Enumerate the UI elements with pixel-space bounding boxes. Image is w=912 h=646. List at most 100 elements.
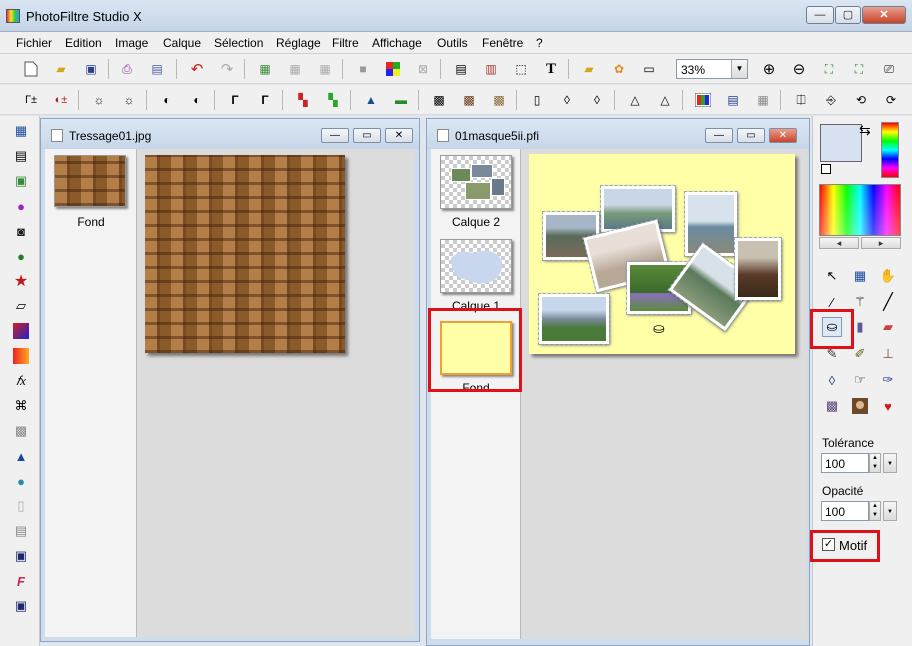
- eraser-tool-icon[interactable]: ▰: [878, 317, 898, 337]
- mask-icon[interactable]: ▦: [754, 92, 772, 108]
- palette-next-button[interactable]: ▸: [861, 237, 901, 249]
- layer-text-icon[interactable]: ▤: [452, 61, 470, 77]
- swap-colors-icon[interactable]: ⇆: [859, 122, 871, 139]
- flip-horizontal-icon[interactable]: ⎅: [792, 92, 810, 108]
- image-icon[interactable]: ▦: [256, 61, 274, 77]
- histogram-icon[interactable]: ▲: [362, 92, 380, 108]
- copy-layer-icon[interactable]: ▤: [12, 147, 30, 165]
- gamma-plus-icon[interactable]: Γ: [256, 92, 274, 108]
- brightness-minus-icon[interactable]: ☼: [90, 92, 108, 108]
- portrait-tool-icon[interactable]: [850, 396, 870, 416]
- default-colors-icon[interactable]: [821, 164, 831, 174]
- colorize-icon[interactable]: ▤: [724, 92, 742, 108]
- stamp-tool-icon[interactable]: ⊥: [878, 344, 898, 364]
- menu-selection[interactable]: Sélection: [214, 36, 263, 50]
- opacity-dropdown[interactable]: ▼: [883, 501, 897, 521]
- auto-contrast-icon[interactable]: ◐±: [52, 92, 70, 108]
- saturation-plus-icon[interactable]: ▚: [324, 92, 342, 108]
- window-icon[interactable]: ▭: [640, 61, 658, 77]
- deform-tool-icon[interactable]: ▩: [822, 396, 842, 416]
- doc-maximize-button[interactable]: ▭: [353, 128, 381, 143]
- glow-icon[interactable]: ●: [12, 197, 30, 215]
- menu-fenetre[interactable]: Fenêtre: [482, 36, 523, 50]
- globe-icon[interactable]: ●: [12, 247, 30, 265]
- rgb-icon[interactable]: [694, 92, 712, 108]
- color-palette[interactable]: [819, 184, 901, 236]
- menu-outils[interactable]: Outils: [437, 36, 468, 50]
- close-button[interactable]: ✕: [862, 6, 906, 24]
- zoom-in-icon[interactable]: ⊕: [760, 61, 778, 77]
- layer-thumbnail-calque2[interactable]: [440, 155, 512, 209]
- explorer-icon[interactable]: ▰: [580, 61, 598, 77]
- mosaic-icon[interactable]: ▩: [430, 92, 448, 108]
- doc-minimize-button[interactable]: —: [321, 128, 349, 143]
- menu-reglage[interactable]: Réglage: [276, 36, 321, 50]
- gradient-swatch-icon[interactable]: [12, 322, 30, 340]
- menu-image[interactable]: Image: [115, 36, 148, 50]
- plugin-icon[interactable]: ✿: [610, 61, 628, 77]
- doc-maximize-button[interactable]: ▭: [737, 128, 765, 143]
- doc-close-button[interactable]: ✕: [385, 128, 413, 143]
- sharpen-icon[interactable]: △: [626, 92, 644, 108]
- contact-sheet-icon[interactable]: ▤: [12, 522, 30, 540]
- texture-icon[interactable]: ▩: [460, 92, 478, 108]
- strawberry-tool-icon[interactable]: ♥: [878, 396, 898, 416]
- tolerance-dropdown[interactable]: ▼: [883, 453, 897, 473]
- camera-icon[interactable]: ◙: [12, 222, 30, 240]
- open-folder-icon[interactable]: ▰: [52, 61, 70, 77]
- rotate-left-icon[interactable]: ⟲: [852, 92, 870, 108]
- saturation-minus-icon[interactable]: ▚: [294, 92, 312, 108]
- selection-tool-icon[interactable]: ▦: [850, 266, 870, 286]
- star-icon[interactable]: ★: [12, 272, 30, 290]
- monitor-icon[interactable]: ▣: [12, 172, 30, 190]
- collage-canvas[interactable]: ⛀: [529, 154, 795, 354]
- zoom-out-icon[interactable]: ⊖: [790, 61, 808, 77]
- layer-image-icon[interactable]: ▥: [482, 61, 500, 77]
- image-copy-icon[interactable]: ▦: [286, 61, 304, 77]
- save-2000-icon[interactable]: ▣: [12, 547, 30, 565]
- layer-thumbnail-fond[interactable]: [54, 155, 126, 207]
- color-grid-icon[interactable]: [384, 61, 402, 77]
- save-html-icon[interactable]: ▣: [12, 597, 30, 615]
- opacity-spinner[interactable]: ▲ ▼: [869, 501, 881, 521]
- menu-filtre[interactable]: Filtre: [332, 36, 359, 50]
- gamma-minus-icon[interactable]: Γ: [226, 92, 244, 108]
- pattern-grid-icon[interactable]: ⌘: [12, 397, 30, 415]
- histogram-side-icon[interactable]: ▲: [12, 447, 30, 465]
- batch-icon[interactable]: ▯: [12, 497, 30, 515]
- palette-prev-button[interactable]: ◂: [819, 237, 859, 249]
- save-icon[interactable]: ▣: [82, 61, 100, 77]
- clone-tool-icon[interactable]: ✑: [878, 370, 898, 390]
- tolerance-spinner[interactable]: ▲ ▼: [869, 453, 881, 473]
- menu-help[interactable]: ?: [536, 36, 543, 50]
- zoom-select[interactable]: 33% ▼: [676, 59, 748, 79]
- layer-thumbnail-calque1[interactable]: [440, 239, 512, 293]
- line-tool-icon[interactable]: ╱: [878, 292, 898, 312]
- maximize-button[interactable]: ▢: [835, 6, 861, 24]
- minimize-button[interactable]: —: [806, 6, 834, 24]
- pixel-grid-icon[interactable]: ▩: [12, 422, 30, 440]
- actual-size-icon[interactable]: ⛶: [850, 61, 868, 77]
- blur-more-icon[interactable]: ◊: [588, 92, 606, 108]
- print-icon[interactable]: ⎙: [118, 61, 136, 77]
- wicker-image[interactable]: [145, 155, 345, 353]
- flip-vertical-icon[interactable]: ⎆: [822, 92, 840, 108]
- pattern-icon[interactable]: ▩: [490, 92, 508, 108]
- pointer-tool-icon[interactable]: ↖: [822, 266, 842, 286]
- contrast-plus-icon[interactable]: ◐: [188, 92, 206, 108]
- selection-icon[interactable]: ⬚: [512, 61, 530, 77]
- levels-icon[interactable]: ▬: [392, 92, 410, 108]
- canvas-area[interactable]: ⛀: [521, 149, 807, 639]
- undo-icon[interactable]: ↶: [188, 61, 206, 77]
- text-tool-icon[interactable]: T: [542, 61, 560, 77]
- frame-icon[interactable]: ▯: [528, 92, 546, 108]
- fit-window-icon[interactable]: ⛶: [820, 61, 838, 77]
- redo-icon[interactable]: ↷: [218, 61, 236, 77]
- orange-gradient-icon[interactable]: [12, 347, 30, 365]
- circle-icon[interactable]: ●: [12, 472, 30, 490]
- doc-minimize-button[interactable]: —: [705, 128, 733, 143]
- canvas-area[interactable]: [137, 149, 415, 637]
- doc-close-button[interactable]: ✕: [769, 128, 797, 143]
- font-icon[interactable]: F: [12, 572, 30, 590]
- foreground-color[interactable]: [820, 124, 862, 162]
